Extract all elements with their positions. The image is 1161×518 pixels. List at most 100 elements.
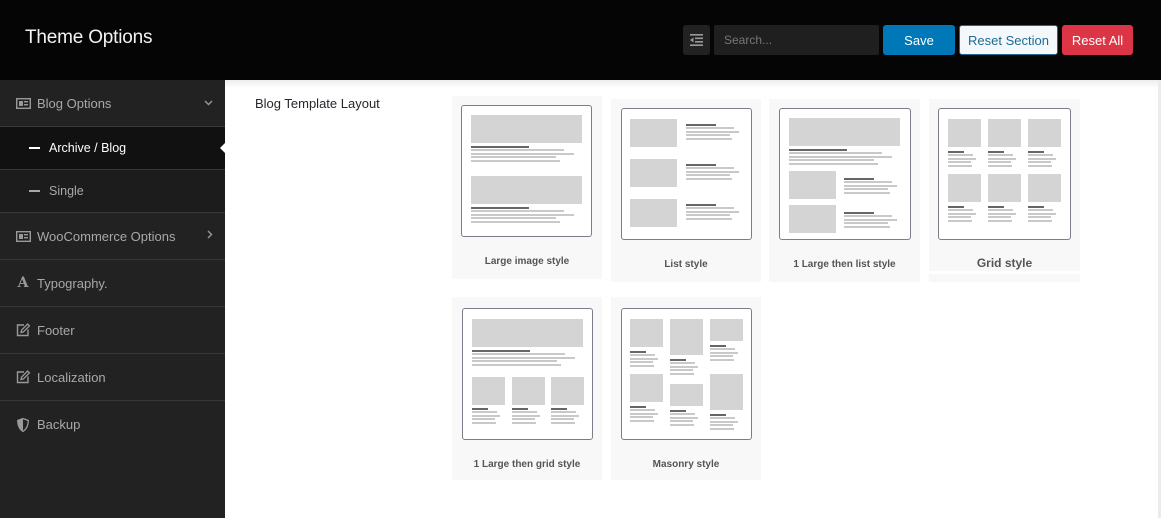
text-line bbox=[948, 161, 972, 164]
dash-icon bbox=[29, 147, 40, 149]
image-placeholder bbox=[551, 377, 584, 405]
reset-all-button[interactable]: Reset All bbox=[1062, 25, 1133, 55]
field-label: Blog Template Layout bbox=[255, 96, 380, 111]
image-placeholder bbox=[630, 319, 663, 347]
text-line bbox=[844, 218, 897, 221]
text-line bbox=[686, 177, 732, 180]
text-line bbox=[686, 164, 716, 166]
text-line bbox=[472, 360, 558, 363]
text-line bbox=[471, 213, 575, 216]
text-line bbox=[844, 212, 874, 214]
selected-indicator bbox=[929, 271, 1080, 274]
image-placeholder bbox=[789, 118, 900, 146]
layout-option-large-then-list[interactable]: 1 Large then list style bbox=[769, 99, 920, 282]
text-line bbox=[670, 410, 686, 412]
image-placeholder bbox=[630, 374, 663, 402]
text-line bbox=[948, 151, 964, 153]
text-line bbox=[686, 214, 730, 217]
sidebar-item-footer[interactable]: Footer bbox=[0, 307, 225, 354]
text-line bbox=[471, 217, 557, 220]
text-line bbox=[789, 149, 847, 151]
text-line bbox=[686, 170, 739, 173]
text-line bbox=[1028, 219, 1052, 222]
image-placeholder bbox=[988, 174, 1021, 202]
layout-preview bbox=[462, 308, 593, 440]
toggle-sidebar-button[interactable] bbox=[683, 25, 710, 55]
text-line bbox=[686, 167, 734, 170]
text-line bbox=[1028, 161, 1052, 164]
text-line bbox=[948, 212, 976, 215]
sidebar-item-typography[interactable]: A Typography. bbox=[0, 260, 225, 307]
layout-preview bbox=[938, 108, 1071, 240]
text-line bbox=[512, 411, 538, 414]
image-placeholder bbox=[710, 319, 743, 341]
text-line bbox=[472, 421, 496, 424]
text-line bbox=[686, 127, 734, 130]
text-line bbox=[630, 416, 654, 419]
text-line bbox=[551, 414, 579, 417]
sidebar-subitem-single[interactable]: Single bbox=[0, 170, 225, 213]
layout-option-label: 1 Large then grid style bbox=[473, 459, 581, 470]
text-line bbox=[686, 124, 716, 126]
text-line bbox=[844, 191, 890, 194]
text-line bbox=[670, 369, 694, 372]
text-line bbox=[630, 406, 646, 408]
text-line bbox=[1028, 164, 1052, 167]
search-input[interactable] bbox=[714, 25, 879, 55]
text-line bbox=[686, 217, 732, 220]
text-line bbox=[789, 159, 875, 162]
layout-option-masonry[interactable]: Masonry style bbox=[611, 297, 761, 480]
layout-option-large-image[interactable]: Large image style bbox=[452, 96, 602, 279]
text-line bbox=[471, 152, 575, 155]
dash-icon bbox=[29, 190, 40, 192]
sidebar-item-localization[interactable]: Localization bbox=[0, 354, 225, 401]
layout-option-large-then-grid[interactable]: 1 Large then grid style bbox=[452, 297, 602, 480]
text-line bbox=[988, 206, 1004, 208]
text-line bbox=[630, 409, 656, 412]
layout-option-list[interactable]: List style bbox=[611, 99, 761, 282]
layout-preview bbox=[621, 308, 752, 440]
sidebar-item-label: Localization bbox=[37, 369, 106, 385]
sidebar-subitem-archive-blog[interactable]: Archive / Blog bbox=[0, 127, 225, 170]
text-line bbox=[1028, 154, 1054, 157]
sidebar-item-label: WooCommerce Options bbox=[37, 228, 176, 244]
layout-option-grid[interactable]: Grid style bbox=[929, 99, 1080, 282]
edit-icon bbox=[14, 370, 32, 384]
image-placeholder bbox=[948, 174, 981, 202]
text-line bbox=[789, 152, 883, 155]
text-line bbox=[472, 353, 566, 356]
sidebar-item-woocommerce-options[interactable]: WooCommerce Options bbox=[0, 213, 225, 260]
sidebar-item-blog-options[interactable]: Blog Options bbox=[0, 80, 225, 127]
text-line bbox=[472, 356, 576, 359]
text-line bbox=[948, 157, 976, 160]
text-line bbox=[1028, 212, 1056, 215]
text-line bbox=[686, 130, 739, 133]
reset-section-button[interactable]: Reset Section bbox=[959, 25, 1058, 55]
image-placeholder bbox=[471, 176, 582, 204]
text-line bbox=[670, 365, 698, 368]
image-placeholder bbox=[710, 374, 743, 410]
image-placeholder bbox=[988, 119, 1021, 147]
text-line bbox=[630, 419, 654, 422]
text-line bbox=[844, 222, 888, 225]
image-placeholder bbox=[670, 384, 703, 406]
save-button[interactable]: Save bbox=[883, 25, 955, 55]
sidebar-item-backup[interactable]: Backup bbox=[0, 401, 225, 448]
text-line bbox=[670, 359, 686, 361]
image-placeholder bbox=[472, 319, 583, 347]
layout-option-label: Masonry style bbox=[652, 459, 720, 470]
image-placeholder bbox=[948, 119, 981, 147]
text-line bbox=[710, 427, 734, 430]
text-line bbox=[471, 207, 529, 209]
layout-option-label: Grid style bbox=[976, 256, 1033, 270]
text-line bbox=[472, 411, 498, 414]
text-line bbox=[551, 421, 575, 424]
text-line bbox=[948, 164, 972, 167]
text-line bbox=[670, 420, 694, 423]
top-bar: Theme Options Save Reset Section Reset A… bbox=[0, 0, 1161, 80]
layout-option-label: List style bbox=[664, 259, 708, 270]
text-line bbox=[844, 225, 890, 228]
image-placeholder bbox=[630, 199, 677, 227]
text-line bbox=[630, 364, 654, 367]
text-line bbox=[471, 210, 565, 213]
